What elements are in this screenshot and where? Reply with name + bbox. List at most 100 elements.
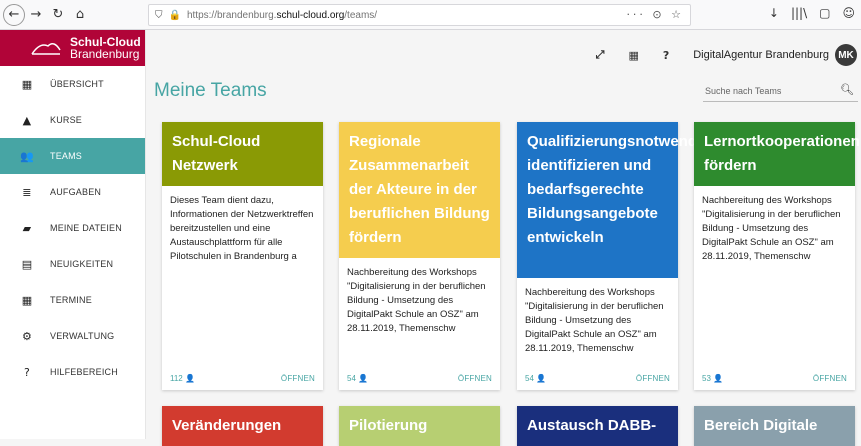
home-button[interactable]: ⌂ — [69, 4, 91, 26]
user-name[interactable]: DigitalAgentur Brandenburg — [693, 49, 829, 61]
tasks-icon: ≣ — [22, 185, 32, 199]
team-card-footer: 54 👤 ÖFFNEN — [339, 366, 500, 390]
top-header: ⤢ ▦ ? DigitalAgentur Brandenburg MK — [146, 30, 861, 80]
team-card[interactable]: Schul-Cloud Netzwerk Dieses Team dient d… — [162, 122, 323, 390]
reload-button[interactable]: ↻ — [47, 4, 69, 26]
logo-subtitle: Brandenburg — [70, 47, 140, 61]
team-card-header: Schul-Cloud Netzwerk — [162, 122, 323, 186]
sidebar-item-label: MEINE DATEIEN — [50, 223, 122, 233]
sidebar-item-label: ÜBERSICHT — [50, 79, 104, 89]
team-card-description: Nachbereitung des Workshops "Digitalisie… — [702, 195, 841, 262]
team-card-description: Nachbereitung des Workshops "Digitalisie… — [525, 287, 664, 354]
member-count: 54 👤 — [347, 373, 369, 383]
url-prefix: https://brandenburg. — [186, 9, 277, 21]
url-actions[interactable]: ··· ⊙ ☆ — [626, 8, 684, 21]
search-icon[interactable]: 🔍︎ — [840, 83, 854, 96]
user-icon: 👤 — [536, 373, 547, 383]
sidebar-item-label: TERMINE — [50, 295, 92, 305]
member-count: 54 👤 — [525, 373, 547, 383]
sidebar-item-teams[interactable]: 👥 TEAMS — [0, 138, 145, 174]
newspaper-icon: ▤ — [21, 257, 33, 271]
open-button[interactable]: ÖFFNEN — [458, 374, 492, 383]
team-card[interactable]: Bereich Digitale — [694, 406, 855, 446]
shield-icon: ⛉ — [155, 9, 163, 21]
user-icon: 👤 — [185, 373, 195, 383]
browser-toolbar: ← → ↻ ⌂ ⛉ 🔒 https://brandenburg. schul-cl… — [0, 0, 861, 30]
sidebar-item-label: KURSE — [50, 115, 83, 125]
user-icon: 👤 — [713, 373, 724, 383]
back-button[interactable]: ← — [3, 3, 25, 26]
browser-right-icons: ↓ |||\ ▢ ☺ — [769, 6, 855, 20]
team-card-header: Lernortkooperationen fördern — [694, 122, 860, 186]
cogs-icon: ⚙ — [21, 329, 33, 343]
team-card-title: Lernortkooperationen fördern — [704, 133, 860, 174]
fullscreen-icon[interactable]: ⤢ — [596, 48, 605, 62]
team-card-description: Dieses Team dient dazu, Informationen de… — [170, 195, 314, 262]
sidebar: Schul-Cloud Brandenburg ▦ ÜBERSICHT ▲ KU… — [0, 30, 146, 439]
folder-icon: ▰ — [22, 221, 32, 235]
team-card[interactable]: Lernortkooperationen fördern Nachbereitu… — [694, 122, 860, 390]
sidebar-item-label: HILFEBEREICH — [50, 367, 118, 377]
library-icon[interactable]: |||\ — [791, 6, 807, 20]
sidebar-item-aufgaben[interactable]: ≣ AUFGABEN — [0, 174, 145, 210]
team-card-footer: 53 👤 ÖFFNEN — [694, 366, 855, 390]
dashboard-icon: ▦ — [21, 77, 33, 91]
open-button[interactable]: ÖFFNEN — [281, 374, 315, 383]
team-card-title: Austausch DABB- — [527, 417, 657, 434]
team-card-header: Regionale Zusammenarbeit der Akteure in … — [339, 122, 500, 258]
search-input[interactable]: Suche nach Teams 🔍︎ — [703, 80, 858, 102]
download-icon[interactable]: ↓ — [769, 6, 779, 20]
team-card-title: Schul-Cloud Netzwerk — [172, 133, 261, 174]
team-card-title: Veränderungen — [172, 417, 282, 434]
team-card-title: Regionale Zusammenarbeit der Akteure in … — [349, 133, 490, 246]
team-card-title: Bereich Digitale — [704, 417, 818, 434]
sidebar-item-neuigkeiten[interactable]: ▤ NEUIGKEITEN — [0, 246, 145, 282]
url-host: schul-cloud.org — [276, 9, 345, 21]
team-card-header: Veränderungen — [162, 406, 323, 446]
team-card-footer: 54 👤 ÖFFNEN — [517, 366, 678, 390]
sidebar-item-kurse[interactable]: ▲ KURSE — [0, 102, 145, 138]
sidebar-item-hilfebereich[interactable]: ? HILFEBEREICH — [0, 354, 145, 390]
sidebar-item-label: AUFGABEN — [50, 187, 102, 197]
open-button[interactable]: ÖFFNEN — [813, 374, 847, 383]
sidebar-item-label: NEUIGKEITEN — [50, 259, 114, 269]
sidebar-item-termine[interactable]: ▦ TERMINE — [0, 282, 145, 318]
account-icon[interactable]: ☺ — [842, 6, 855, 20]
team-card-header: Bereich Digitale — [694, 406, 855, 446]
sidebar-icon[interactable]: ▢ — [819, 6, 830, 20]
team-card[interactable]: Regionale Zusammenarbeit der Akteure in … — [339, 122, 500, 390]
team-card-header: Qualifizierungsnotwendigkeiten identifiz… — [517, 122, 754, 278]
search-placeholder: Suche nach Teams — [705, 85, 782, 96]
sidebar-item-label: VERWALTUNG — [50, 331, 115, 341]
team-card[interactable]: Austausch DABB- — [517, 406, 678, 446]
forward-button[interactable]: → — [25, 4, 47, 26]
team-card[interactable]: Qualifizierungsnotwendigkeiten identifiz… — [517, 122, 754, 390]
team-card-footer: 112 👤 ÖFFNEN — [162, 366, 323, 390]
sidebar-item-meine-dateien[interactable]: ▰ MEINE DATEIEN — [0, 210, 145, 246]
avatar[interactable]: MK — [835, 44, 857, 66]
user-icon: 👤 — [358, 373, 369, 383]
team-card[interactable]: Pilotierung — [339, 406, 500, 446]
sidebar-item-verwaltung[interactable]: ⚙ VERWALTUNG — [0, 318, 145, 354]
sidebar-item-uebersicht[interactable]: ▦ ÜBERSICHT — [0, 66, 145, 102]
calendar-icon: ▦ — [21, 293, 33, 307]
logo[interactable]: Schul-Cloud Brandenburg — [0, 30, 145, 66]
page-title: Meine Teams — [154, 80, 267, 101]
sidebar-item-label: TEAMS — [50, 151, 83, 161]
lock-icon: 🔒 — [168, 9, 181, 21]
team-card-header: Pilotierung — [339, 406, 500, 446]
cloud-logo-icon — [31, 43, 61, 55]
member-count: 112 👤 — [170, 373, 195, 383]
team-card-title: Pilotierung — [349, 417, 428, 434]
team-card-description: Nachbereitung des Workshops "Digitalisie… — [347, 267, 486, 334]
help-icon: ? — [23, 365, 31, 379]
qr-code-icon[interactable]: ▦ — [628, 49, 638, 62]
graduation-cap-icon: ▲ — [22, 113, 32, 127]
url-bar[interactable]: ⛉ 🔒 https://brandenburg. schul-cloud.org /… — [148, 4, 691, 26]
open-button[interactable]: ÖFFNEN — [636, 374, 670, 383]
member-count: 53 👤 — [702, 373, 724, 383]
team-card[interactable]: Veränderungen — [162, 406, 323, 446]
users-icon: 👥 — [20, 149, 34, 163]
help-icon[interactable]: ? — [663, 49, 669, 62]
team-card-header: Austausch DABB- — [517, 406, 678, 446]
